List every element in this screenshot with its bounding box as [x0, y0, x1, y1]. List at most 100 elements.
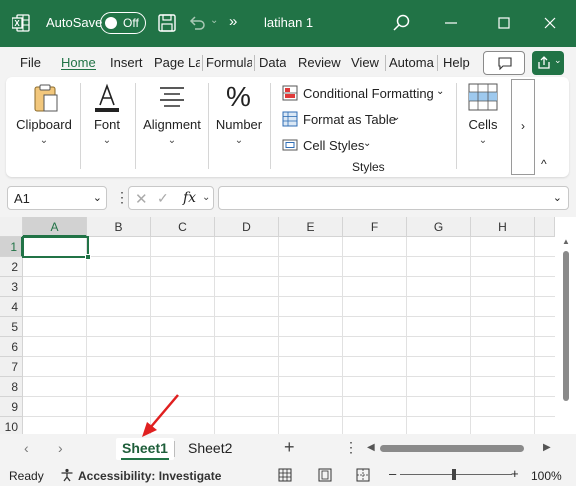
tab-automate[interactable]: Automa — [389, 55, 435, 70]
close-icon[interactable] — [539, 12, 561, 34]
sheet-tab-sheet1[interactable]: Sheet1 — [116, 438, 174, 460]
cell-area[interactable] — [23, 237, 555, 434]
column-header[interactable]: A — [23, 217, 87, 237]
chevron-down-icon: ⌄ — [234, 135, 244, 146]
column-header[interactable]: G — [407, 217, 471, 237]
column-header[interactable]: D — [215, 217, 279, 237]
tab-home[interactable]: Home — [61, 55, 96, 70]
normal-view-icon[interactable] — [278, 468, 292, 482]
previous-sheet-icon[interactable]: ‹ — [24, 440, 29, 456]
document-title[interactable]: latihan 1 — [264, 15, 313, 30]
minimize-icon[interactable] — [440, 12, 462, 34]
tab-page-layout[interactable]: Page La — [154, 55, 200, 70]
insert-function-button[interactable]: fx — [183, 190, 196, 206]
autosave-toggle[interactable]: Off — [100, 12, 146, 34]
undo-icon[interactable] — [186, 12, 208, 34]
next-sheet-icon[interactable]: › — [58, 440, 63, 456]
tab-formulas[interactable]: Formula — [206, 55, 252, 70]
zoom-in-icon[interactable]: + — [511, 466, 519, 481]
save-icon[interactable] — [156, 12, 178, 34]
undo-dropdown-icon[interactable]: ⌄ — [210, 15, 218, 26]
row-header[interactable]: 6 — [0, 337, 23, 357]
vertical-scroll-thumb[interactable] — [563, 251, 569, 401]
clipboard-label: Clipboard — [16, 117, 72, 132]
clipboard-icon — [34, 84, 58, 112]
overflow-icon[interactable]: » — [229, 13, 237, 30]
tab-file[interactable]: File — [20, 55, 41, 70]
cell-styles-icon — [282, 139, 298, 151]
tab-insert[interactable]: Insert — [110, 55, 143, 70]
tab-review[interactable]: Review — [298, 55, 341, 70]
tab-view[interactable]: View — [351, 55, 379, 70]
name-box[interactable]: A1 ⌄ — [7, 186, 107, 210]
zoom-level[interactable]: 100% — [531, 469, 562, 483]
more-options-icon[interactable]: ⋮ — [344, 439, 358, 456]
clipboard-group[interactable]: Clipboard ⌄ — [10, 77, 78, 177]
tab-data[interactable]: Data — [259, 55, 286, 70]
vertical-scrollbar[interactable]: ▲ — [561, 237, 571, 434]
format-as-table-label: Format as Table — [303, 112, 396, 127]
scroll-left-icon[interactable]: ◀ — [367, 442, 375, 453]
ribbon-more-button[interactable]: › — [511, 79, 535, 175]
status-ready: Ready — [9, 469, 44, 483]
search-icon[interactable] — [390, 12, 412, 34]
chevron-down-icon[interactable]: ⌄ — [202, 192, 210, 203]
sheet-tab-sheet2[interactable]: Sheet2 — [188, 438, 232, 460]
row-header[interactable]: 4 — [0, 297, 23, 317]
row-header[interactable]: 8 — [0, 377, 23, 397]
share-button[interactable]: ⌄ — [532, 51, 564, 75]
group-divider — [270, 83, 271, 169]
page-break-view-icon[interactable] — [356, 468, 370, 482]
cells-group[interactable]: Cells ⌄ — [458, 77, 508, 177]
share-icon — [538, 56, 550, 69]
alignment-icon — [160, 87, 184, 107]
column-header[interactable]: C — [151, 217, 215, 237]
tab-divider — [437, 55, 438, 71]
row-header[interactable]: 2 — [0, 257, 23, 277]
row-header[interactable]: 7 — [0, 357, 23, 377]
expand-formula-bar-icon[interactable]: ⌄ — [553, 191, 562, 204]
enter-icon[interactable]: ✓ — [157, 190, 169, 207]
share-dropdown-icon: ⌄ — [554, 55, 562, 65]
collapse-ribbon-icon[interactable]: ^ — [541, 157, 547, 171]
column-header[interactable]: B — [87, 217, 151, 237]
comments-button[interactable] — [483, 51, 525, 75]
name-box-value: A1 — [14, 191, 30, 206]
chevron-down-icon: ⌄ — [436, 86, 445, 97]
scroll-up-icon[interactable]: ▲ — [562, 237, 570, 246]
column-header[interactable] — [535, 217, 555, 237]
format-as-table-icon — [282, 111, 298, 127]
column-header[interactable]: F — [343, 217, 407, 237]
column-header[interactable]: H — [471, 217, 535, 237]
tab-help[interactable]: Help — [443, 55, 470, 70]
page-layout-view-icon[interactable] — [318, 468, 332, 482]
column-header[interactable]: E — [279, 217, 343, 237]
row-header[interactable]: 10 — [0, 417, 23, 434]
scroll-right-icon[interactable]: ▶ — [543, 442, 551, 453]
fill-handle[interactable] — [85, 254, 91, 260]
row-header[interactable]: 5 — [0, 317, 23, 337]
alignment-group[interactable]: Alignment ⌄ — [140, 77, 204, 177]
horizontal-scroll-thumb[interactable] — [380, 445, 524, 452]
group-divider — [456, 83, 457, 169]
chevron-down-icon[interactable]: ⌄ — [93, 191, 102, 204]
zoom-out-icon[interactable]: – — [389, 466, 396, 481]
font-group[interactable]: Font ⌄ — [84, 77, 130, 177]
number-group[interactable]: % Number ⌄ — [212, 77, 266, 177]
active-cell[interactable] — [22, 236, 89, 258]
formula-input[interactable]: ⌄ — [218, 186, 569, 210]
cancel-icon[interactable]: ✕ — [135, 190, 148, 208]
row-header[interactable]: 9 — [0, 397, 23, 417]
add-sheet-button[interactable]: + — [284, 437, 295, 458]
row-header[interactable]: 1 — [0, 237, 23, 257]
accessibility-status[interactable]: Accessibility: Investigate — [78, 469, 221, 483]
horizontal-scrollbar[interactable] — [378, 445, 540, 453]
more-options-icon[interactable]: ⋮ — [115, 189, 129, 206]
worksheet-grid[interactable]: A B C D E F G H 1 2 3 4 5 6 7 8 9 10 ▲ — [0, 217, 576, 434]
row-header[interactable]: 3 — [0, 277, 23, 297]
select-all-corner[interactable] — [0, 217, 23, 237]
maximize-icon[interactable] — [493, 12, 515, 34]
zoom-slider[interactable] — [400, 474, 512, 475]
styles-group-label: Styles — [352, 160, 385, 174]
zoom-slider-thumb[interactable] — [452, 469, 456, 480]
